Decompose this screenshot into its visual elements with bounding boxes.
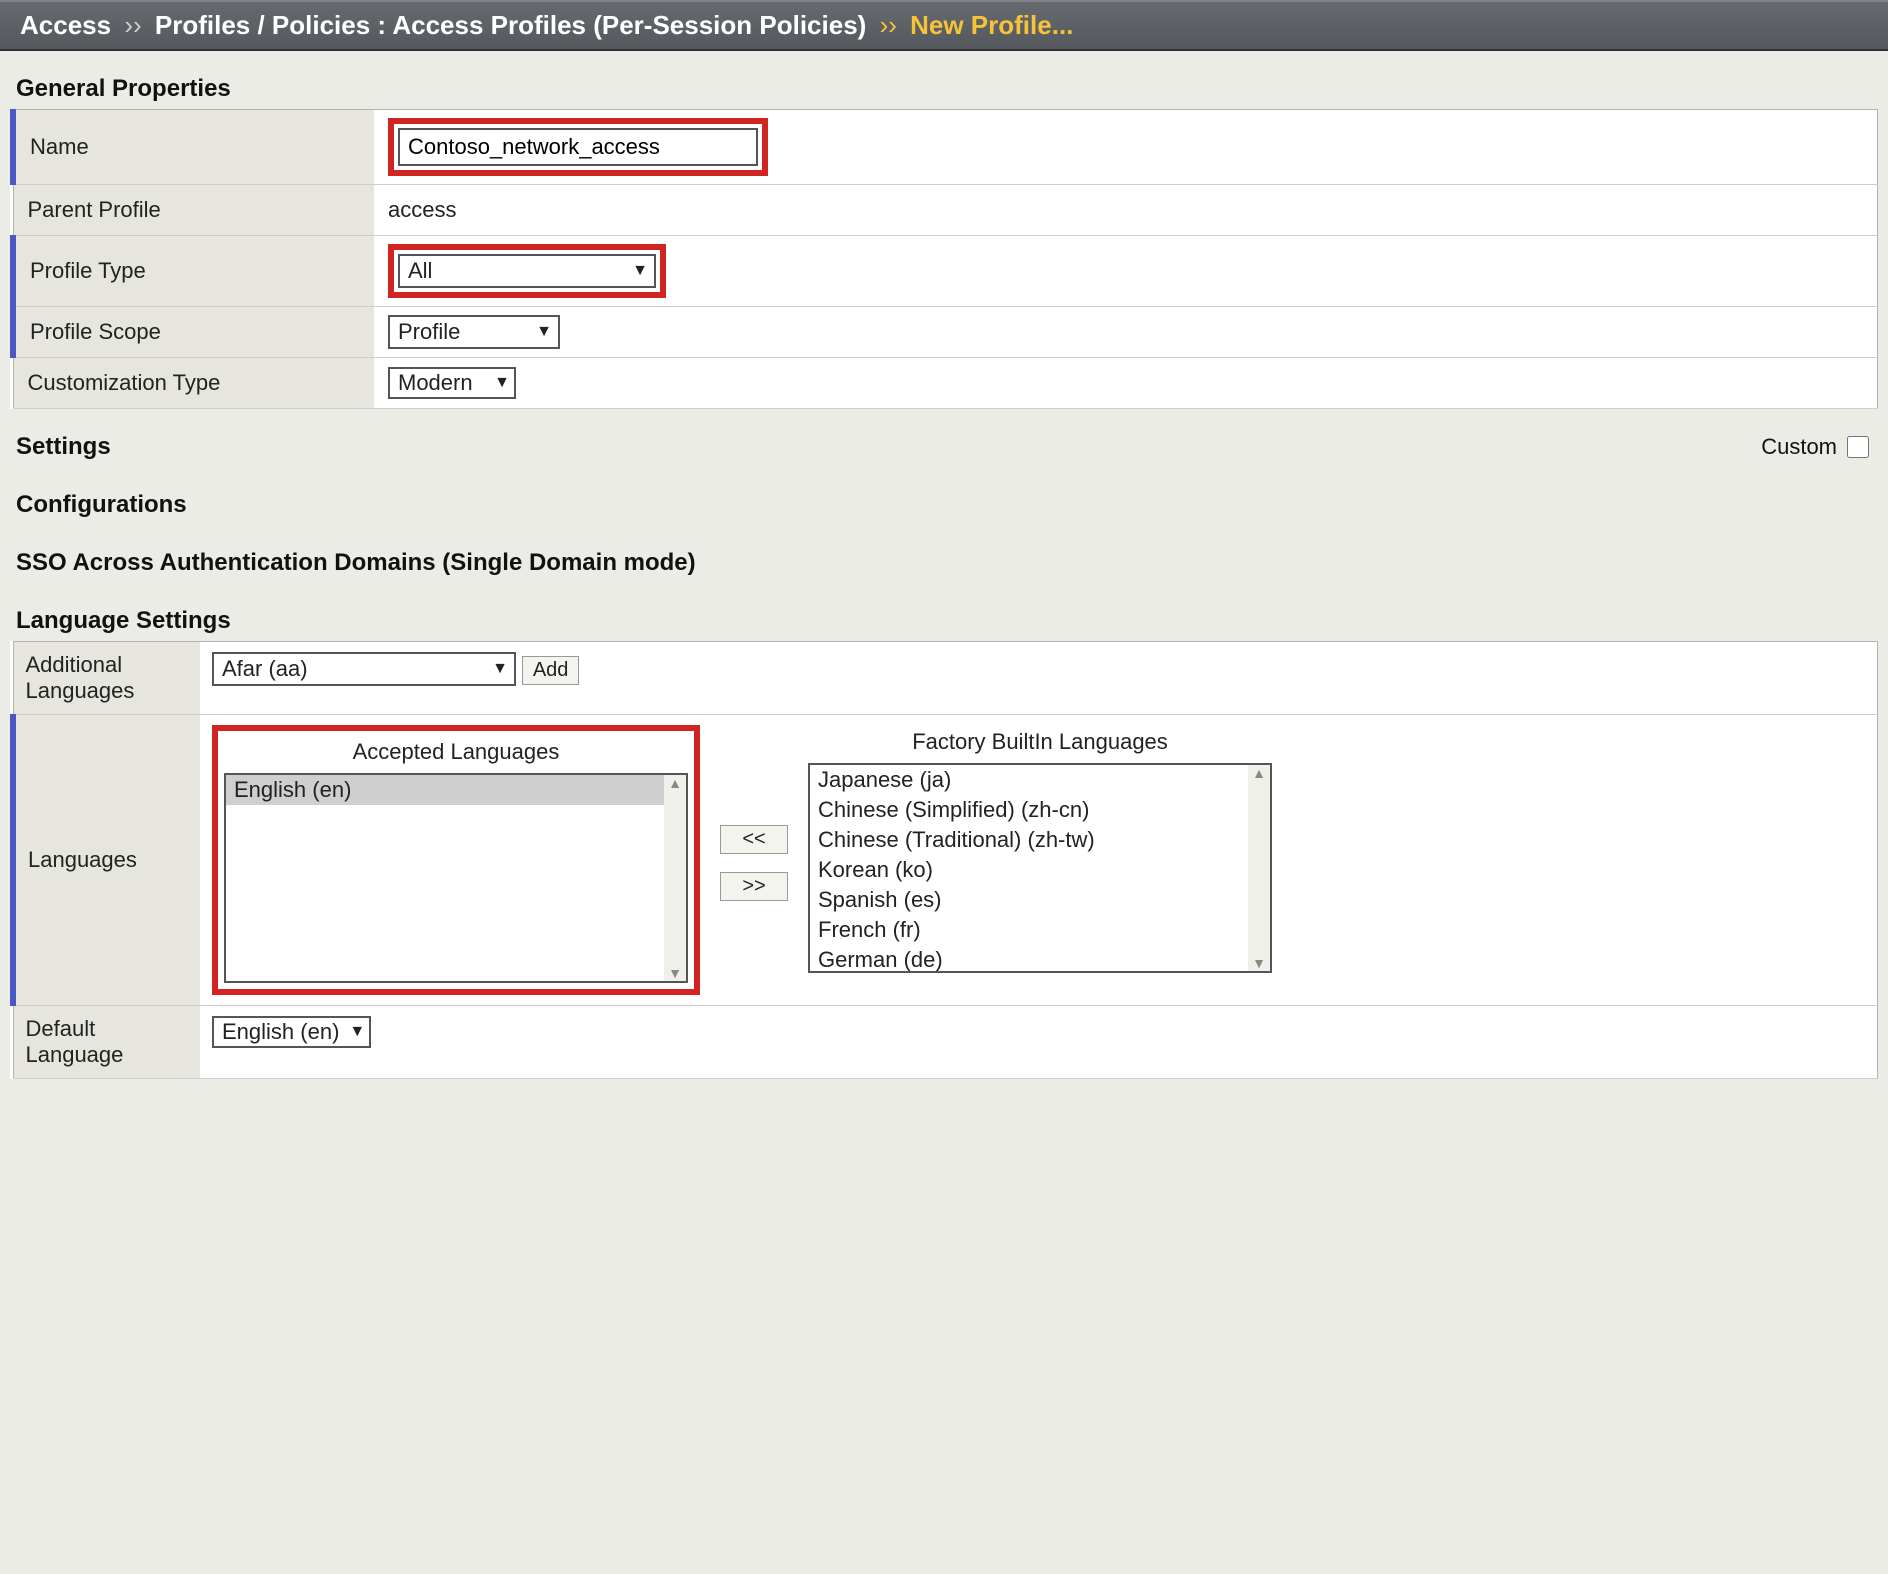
chevron-down-icon: ▼	[632, 262, 648, 280]
list-item[interactable]: Spanish (es)	[810, 885, 1270, 915]
table-row: Parent Profile access	[13, 185, 1878, 236]
breadcrumb: Access ›› Profiles / Policies : Access P…	[0, 0, 1888, 51]
breadcrumb-sep-icon: ››	[118, 10, 147, 40]
builtin-languages-heading: Factory BuiltIn Languages	[808, 725, 1272, 763]
breadcrumb-sep-icon: ››	[874, 10, 903, 40]
scrollbar[interactable]: ▲ ▼	[664, 775, 686, 981]
general-properties-table: Name Parent Profile access Profile Type …	[10, 109, 1878, 409]
default-language-select[interactable]: English (en) ▼	[212, 1016, 371, 1048]
custom-label-text: Custom	[1761, 434, 1837, 460]
table-row: Additional Languages Afar (aa) ▼ Add	[13, 642, 1878, 715]
add-language-button[interactable]: Add	[522, 656, 580, 685]
profile-scope-label: Profile Scope	[13, 307, 374, 358]
sso-heading: SSO Across Authentication Domains (Singl…	[10, 525, 1878, 583]
language-settings-table: Additional Languages Afar (aa) ▼ Add Lan…	[10, 641, 1878, 1079]
mover-buttons: << >>	[720, 725, 788, 901]
scroll-down-icon[interactable]: ▼	[1252, 955, 1266, 971]
name-input[interactable]	[398, 128, 758, 166]
chevron-down-icon: ▼	[349, 1023, 365, 1041]
scroll-down-icon[interactable]: ▼	[668, 965, 682, 981]
profile-scope-select[interactable]: Profile ▼	[388, 315, 560, 349]
accepted-languages-heading: Accepted Languages	[224, 735, 688, 773]
name-label: Name	[13, 110, 374, 185]
custom-checkbox-label[interactable]: Custom	[1761, 433, 1872, 461]
breadcrumb-middle[interactable]: Profiles / Policies : Access Profiles (P…	[155, 10, 866, 40]
builtin-languages-listbox[interactable]: Japanese (ja)Chinese (Simplified) (zh-cn…	[808, 763, 1272, 973]
chevron-down-icon: ▼	[494, 374, 510, 392]
scroll-up-icon[interactable]: ▲	[668, 775, 682, 791]
chevron-down-icon: ▼	[492, 660, 508, 678]
highlight-profile-type: All ▼	[388, 244, 666, 298]
additional-languages-label: Additional Languages	[13, 642, 200, 715]
move-right-button[interactable]: >>	[720, 872, 788, 901]
default-language-label: Default Language	[13, 1006, 200, 1079]
settings-heading-row: Settings Custom	[10, 409, 1878, 467]
configurations-heading: Configurations	[10, 467, 1878, 525]
profile-scope-value: Profile	[398, 319, 460, 345]
chevron-down-icon: ▼	[536, 323, 552, 341]
list-item[interactable]: English (en)	[226, 775, 686, 805]
language-settings-heading: Language Settings	[10, 583, 1878, 641]
list-item[interactable]: Japanese (ja)	[810, 765, 1270, 795]
table-row: Profile Type All ▼	[13, 236, 1878, 307]
list-item[interactable]: Chinese (Traditional) (zh-tw)	[810, 825, 1270, 855]
table-row: Default Language English (en) ▼	[13, 1006, 1878, 1079]
table-row: Customization Type Modern ▼	[13, 358, 1878, 409]
languages-label: Languages	[13, 715, 200, 1006]
scrollbar[interactable]: ▲ ▼	[1248, 765, 1270, 971]
dual-list: Accepted Languages English (en) ▲ ▼	[212, 725, 1865, 995]
default-language-value: English (en)	[222, 1019, 339, 1045]
customization-type-label: Customization Type	[13, 358, 374, 409]
additional-languages-value: Afar (aa)	[222, 656, 308, 682]
profile-type-value: All	[408, 258, 432, 284]
parent-profile-value: access	[374, 185, 1878, 236]
customization-type-value: Modern	[398, 370, 473, 396]
list-item[interactable]: French (fr)	[810, 915, 1270, 945]
profile-type-label: Profile Type	[13, 236, 374, 307]
breadcrumb-current: New Profile...	[910, 10, 1073, 40]
table-row: Languages Accepted Languages English (en…	[13, 715, 1878, 1006]
scroll-up-icon[interactable]: ▲	[1252, 765, 1266, 781]
accepted-languages-listbox[interactable]: English (en) ▲ ▼	[224, 773, 688, 983]
settings-heading: Settings	[16, 433, 111, 461]
list-item[interactable]: Chinese (Simplified) (zh-cn)	[810, 795, 1270, 825]
parent-profile-label: Parent Profile	[13, 185, 374, 236]
highlight-accepted-languages: Accepted Languages English (en) ▲ ▼	[212, 725, 700, 995]
table-row: Name	[13, 110, 1878, 185]
highlight-name	[388, 118, 768, 176]
move-left-button[interactable]: <<	[720, 825, 788, 854]
list-item[interactable]: Korean (ko)	[810, 855, 1270, 885]
additional-languages-select[interactable]: Afar (aa) ▼	[212, 652, 516, 686]
table-row: Profile Scope Profile ▼	[13, 307, 1878, 358]
custom-checkbox[interactable]	[1847, 436, 1869, 458]
breadcrumb-root[interactable]: Access	[20, 10, 111, 40]
profile-type-select[interactable]: All ▼	[398, 254, 656, 288]
general-properties-heading: General Properties	[10, 51, 1878, 109]
customization-type-select[interactable]: Modern ▼	[388, 367, 516, 399]
list-item[interactable]: German (de)	[810, 945, 1270, 973]
